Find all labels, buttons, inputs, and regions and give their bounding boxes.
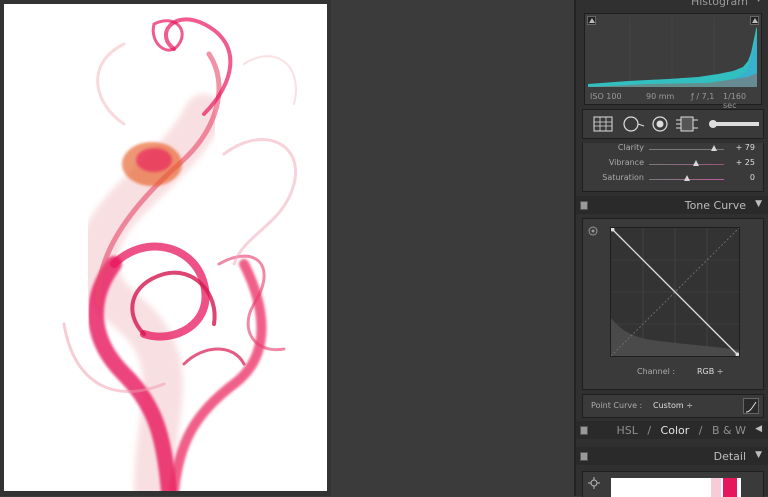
histogram-header[interactable]: Histogram ▼ [576,0,768,10]
vibrance-track[interactable] [649,164,724,165]
adjustment-brush-icon[interactable] [707,116,759,132]
collapse-triangle-icon[interactable]: ▼ [755,450,762,460]
saturation-slider-row[interactable]: Saturation 0 [583,173,763,187]
shutter-readout: 1/160 sec [723,92,747,110]
clarity-slider-row[interactable]: Clarity + 79 [583,143,763,157]
photo-preview[interactable] [4,4,327,491]
develop-panel: Histogram ▼ ISO 100 90 mm ƒ / 7,1 1/160 … [574,0,768,497]
saturation-thumb[interactable] [683,175,690,181]
clarity-thumb[interactable] [710,145,717,151]
focal-readout: 90 mm [646,92,675,101]
point-curve-label: Point Curve : [591,401,643,410]
expand-triangle-icon[interactable]: ◀ [755,424,762,434]
histogram-plot [588,17,757,87]
point-curve-select[interactable]: Custom ÷ [653,401,693,410]
vibrance-value[interactable]: + 25 [736,158,755,167]
histogram-title: Histogram [690,0,748,8]
detail-preview[interactable] [611,478,741,497]
tab-bw[interactable]: B & W [712,424,746,437]
hsl-header[interactable]: HSL / Color / B & W ◀ [576,421,768,439]
collapse-triangle-icon[interactable]: ▼ [755,0,762,4]
clarity-label: Clarity [617,143,644,152]
vibrance-thumb[interactable] [692,160,699,166]
detail-title: Detail [713,450,746,463]
histogram[interactable]: ISO 100 90 mm ƒ / 7,1 1/160 sec [584,13,762,110]
point-curve-row: Point Curve : Custom ÷ [582,394,764,418]
detail-panel [582,471,764,497]
targeted-adjustment-icon[interactable] [588,226,598,236]
tab-hsl[interactable]: HSL [616,424,637,437]
aperture-readout: ƒ / 7,1 [691,92,715,101]
red-eye-icon[interactable] [651,116,669,132]
detail-preview-smoke [711,478,721,497]
spot-removal-icon[interactable] [621,116,645,132]
panel-switch-icon[interactable] [580,201,588,210]
tone-curve-graph[interactable] [610,227,740,357]
curve-edit-icon [745,401,757,413]
panel-switch-icon[interactable] [580,452,588,461]
detail-preview-smoke [723,478,737,497]
shadow-clipping-icon[interactable] [587,16,596,25]
highlight-clipping-icon[interactable] [750,16,759,25]
tool-strip [582,109,764,139]
channel-value[interactable]: RGB ÷ [697,367,724,376]
channel-label: Channel : [637,367,676,376]
saturation-label: Saturation [602,173,644,182]
tab-separator: / [647,424,652,437]
tone-curve-header[interactable]: Tone Curve ▼ [576,196,768,214]
clarity-value[interactable]: + 79 [736,143,755,152]
hsl-tab-group: HSL / Color / B & W [616,424,746,437]
vibrance-slider-row[interactable]: Vibrance + 25 [583,158,763,172]
saturation-value[interactable]: 0 [750,173,755,182]
tone-curve-title: Tone Curve [684,199,746,212]
iso-readout: ISO 100 [590,92,622,101]
tab-color[interactable]: Color [661,424,690,437]
tab-separator: / [698,424,703,437]
workspace-background [331,0,574,496]
smoke-photo [62,17,297,491]
photo-frame [0,0,331,496]
basic-panel: Clarity + 79 Vibrance + 25 Saturation 0 [582,143,764,192]
tone-curve-panel: Channel : RGB ÷ [582,218,764,390]
graduated-filter-icon[interactable] [675,116,699,132]
collapse-triangle-icon[interactable]: ▼ [755,199,762,209]
tone-curve-plot [610,227,740,357]
crosshair-icon[interactable] [588,477,600,489]
edit-point-curve-button[interactable] [743,398,759,414]
crop-overlay-icon[interactable] [593,116,613,132]
vibrance-label: Vibrance [608,158,644,167]
panel-switch-icon[interactable] [580,426,588,435]
detail-header[interactable]: Detail ▼ [576,447,768,465]
